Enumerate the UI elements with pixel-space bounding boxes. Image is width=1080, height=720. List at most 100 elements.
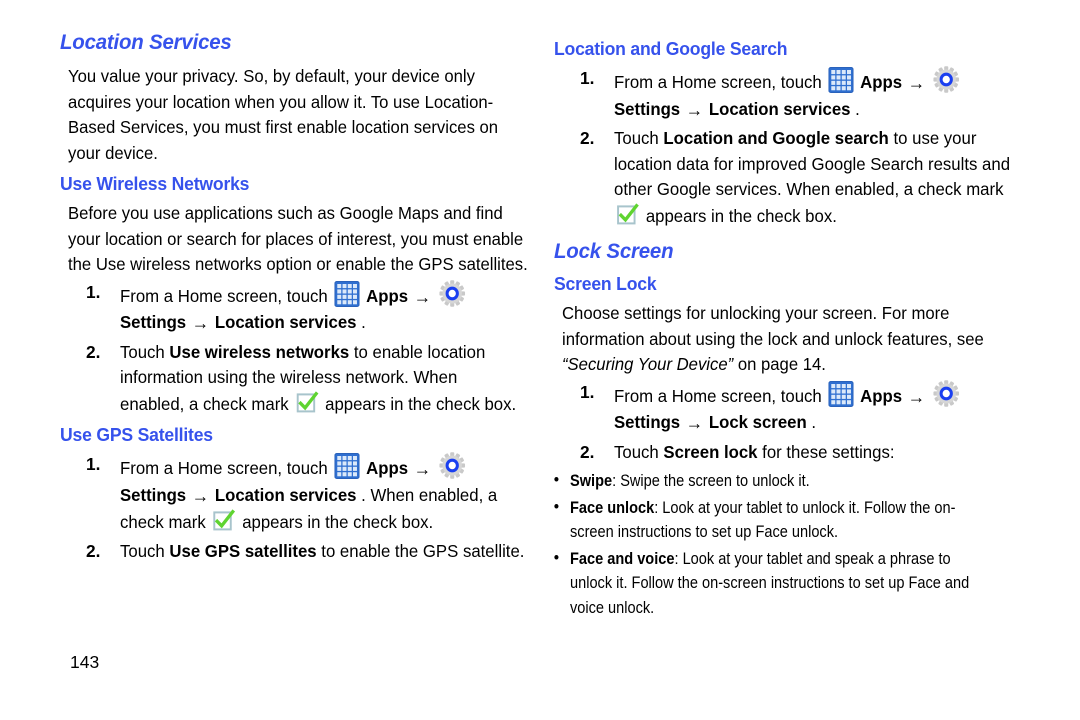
subsection-heading-use-wireless-networks: Use Wireless Networks [60, 173, 250, 194]
screen-lock-paragraph-citation: “Securing Your Device” [562, 354, 734, 374]
step-number: 1. [580, 68, 595, 88]
step-emphasis: Location services [214, 484, 357, 505]
subsection-heading-location-and-google-search: Location and Google Search [554, 38, 788, 59]
step-emphasis: Apps [860, 72, 903, 92]
screen-lock-paragraph: Choose settings for unlocking your scree… [562, 301, 1023, 378]
numbered-step: 1. From a Home screen, touch Apps → Setti… [58, 279, 538, 337]
section-heading-lock-screen: Lock Screen [554, 239, 674, 263]
list-item-label: Face and voice [570, 549, 675, 568]
apps-grid-icon [334, 280, 360, 307]
step-emphasis: Apps [860, 385, 903, 406]
step-emphasis: Settings [120, 312, 187, 332]
step-emphasis: Use GPS satellites [169, 540, 317, 561]
apps-grid-icon [828, 380, 854, 407]
step-text: From a Home screen, touch [120, 285, 333, 306]
right-arrow-icon: → [907, 73, 926, 93]
screen-lock-paragraph-tail: on page 14. [733, 354, 826, 374]
list-item: • Face and voice: Look at your tablet and… [552, 547, 984, 621]
settings-gear-icon [933, 379, 959, 407]
step-body: Touch Use GPS satellites to enable the G… [120, 539, 525, 565]
right-arrow-icon: → [685, 413, 704, 433]
numbered-step: 2. Touch Use GPS satellites to enable the… [58, 539, 538, 565]
step-body: Touch Use wireless networks to enable lo… [120, 340, 525, 418]
step-emphasis: Location services [214, 312, 357, 332]
step-text: . [811, 412, 817, 432]
step-body: From a Home screen, touch Apps → Setting… [120, 279, 525, 337]
subsection-heading-screen-lock: Screen Lock [554, 273, 657, 294]
step-text: . [855, 98, 860, 119]
step-emphasis: Lock screen [708, 412, 807, 432]
step-text: From a Home screen, touch [614, 385, 827, 406]
page-number: 143 [70, 652, 100, 672]
location-and-google-search-steps: 1. From a Home screen, touch Apps → Setti… [552, 66, 1032, 229]
step-number: 2. [580, 128, 595, 148]
bullet-dot-icon: • [553, 496, 560, 516]
green-check-box-icon [295, 390, 319, 415]
list-item-label: Swipe [570, 472, 613, 490]
settings-gear-icon [439, 279, 465, 307]
step-body: From a Home screen, touch Apps → Setting… [614, 379, 1019, 437]
step-emphasis: Settings [120, 484, 187, 505]
green-check-box-icon [212, 509, 236, 533]
step-emphasis: Settings [614, 412, 681, 432]
bullet-dot-icon: • [553, 547, 560, 567]
step-text: Touch [120, 341, 170, 362]
screen-lock-steps: 1. From a Home screen, touch Apps → Setti… [552, 379, 1032, 466]
step-text: appears in the check box. [645, 205, 837, 226]
screen-lock-paragraph-plain: Choose settings for unlocking your scree… [562, 303, 984, 349]
step-text: From a Home screen, touch [120, 458, 333, 478]
subsection-use-gps-satellites: Use GPS Satellites 1. From a Home screen,… [58, 424, 538, 564]
step-text: appears in the check box. [325, 393, 517, 414]
step-number: 2. [86, 341, 101, 362]
step-number: 1. [580, 381, 595, 402]
step-emphasis: Location and Google search [663, 128, 889, 148]
intro-paragraph: You value your privacy. So, by default, … [68, 66, 499, 163]
step-emphasis: Settings [614, 98, 681, 119]
right-arrow-icon: → [907, 386, 926, 407]
subsection-use-wireless-networks: Use Wireless Networks Before you use app… [58, 173, 538, 417]
section-heading-location-services: Location Services [60, 30, 232, 54]
step-text: appears in the check box. [242, 512, 434, 532]
step-text: Touch [614, 441, 664, 462]
use-wireless-networks-steps: 1. From a Home screen, touch Apps → Setti… [58, 279, 538, 418]
apps-grid-icon [334, 453, 360, 479]
settings-gear-icon [439, 452, 465, 479]
step-text: to enable the GPS satellite. [321, 540, 525, 561]
step-body: Touch Screen lock for these settings: [614, 440, 1019, 466]
green-check-box-icon [616, 202, 639, 227]
step-number: 2. [86, 540, 101, 561]
right-column: Location and Google Search 1. From a Home… [552, 38, 1032, 622]
step-text: From a Home screen, touch [614, 72, 827, 92]
list-item: • Swipe: Swipe the screen to unlock it. [552, 469, 984, 494]
step-text: Touch [120, 540, 170, 561]
list-item-text: : Swipe the screen to unlock it. [612, 472, 810, 490]
right-arrow-icon: → [191, 313, 210, 333]
right-arrow-icon: → [685, 99, 704, 120]
numbered-step: 1. From a Home screen, touch Apps → Setti… [58, 452, 538, 536]
manual-page: Location Services You value your privacy… [0, 0, 1080, 720]
step-body: From a Home screen, touch Apps → Setting… [614, 66, 1019, 123]
right-arrow-icon: → [191, 485, 210, 506]
bullet-dot-icon: • [553, 470, 560, 489]
numbered-step: 2. Touch Use wireless networks to enable … [58, 340, 538, 418]
numbered-step: 1. From a Home screen, touch Apps → Setti… [552, 66, 1032, 123]
step-emphasis: Apps [366, 458, 409, 478]
list-item-label: Face unlock [570, 498, 655, 517]
list-item: • Face unlock: Look at your tablet to unl… [552, 496, 984, 545]
step-number: 1. [86, 454, 101, 474]
right-arrow-icon: → [413, 459, 432, 479]
right-arrow-icon: → [413, 286, 432, 307]
step-emphasis: Use wireless networks [169, 341, 350, 362]
step-body: Touch Location and Google search to use … [614, 126, 1019, 229]
step-text: Touch [614, 128, 664, 148]
use-wireless-networks-paragraph: Before you use applications such as Goog… [68, 203, 528, 274]
step-emphasis: Location services [708, 98, 851, 119]
numbered-step: 2. Touch Screen lock for these settings: [552, 440, 1032, 466]
step-text: for these settings: [762, 441, 895, 462]
step-emphasis: Apps [366, 285, 409, 306]
settings-gear-icon [933, 66, 959, 93]
step-emphasis: Screen lock [663, 441, 758, 462]
left-column: Location Services You value your privacy… [58, 30, 538, 567]
numbered-step: 2. Touch Location and Google search to us… [552, 126, 1032, 229]
use-gps-satellites-steps: 1. From a Home screen, touch Apps → Setti… [58, 452, 538, 564]
